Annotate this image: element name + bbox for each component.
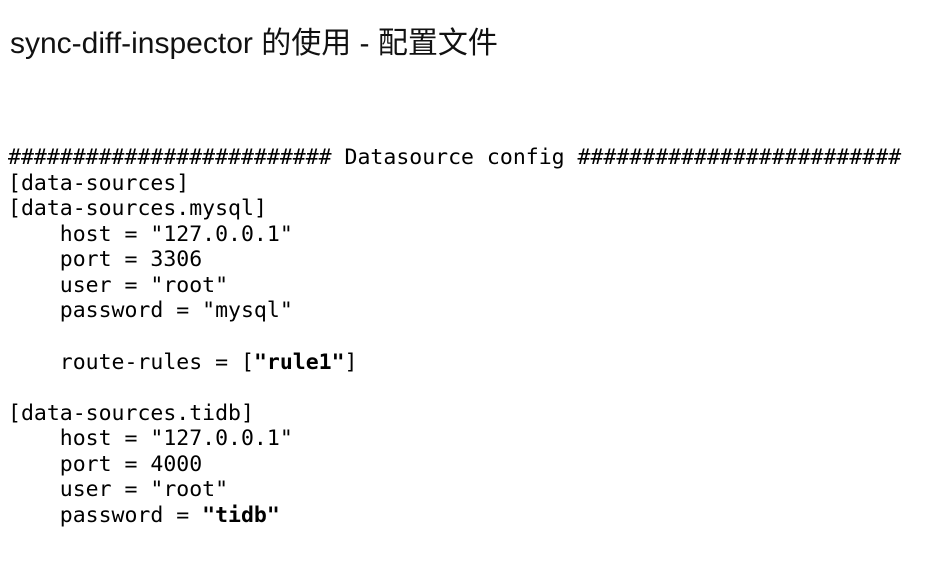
tidb-password-key: password =: [59, 502, 203, 528]
config-banner-line: ######################### Datasource con…: [8, 145, 902, 170]
tidb-host-line: host = "127.0.0.1": [59, 426, 293, 452]
tidb-section-header: [data-sources.tidb]: [8, 400, 254, 426]
data-sources-table-line: [data-sources]: [8, 170, 190, 196]
mysql-user-line: user = "root": [59, 272, 229, 298]
tidb-user-line: user = "root": [59, 477, 229, 503]
config-code-block: ######################### Datasource con…: [8, 145, 901, 528]
route-rules-key: route-rules = [: [59, 349, 254, 375]
slide-title: sync-diff-inspector 的使用 - 配置文件: [10, 27, 498, 60]
mysql-host-line: host = "127.0.0.1": [59, 221, 293, 247]
mysql-port-line: port = 3306: [59, 247, 203, 273]
route-rules-close: ]: [344, 349, 358, 375]
tidb-password-line: password = "tidb": [8, 503, 901, 529]
mysql-route-rules-line: route-rules = ["rule1"]: [8, 350, 901, 376]
mysql-section-header: [data-sources.mysql]: [8, 196, 267, 222]
mysql-password-line: password = "mysql": [59, 298, 293, 324]
tidb-password-value: "tidb": [202, 502, 280, 528]
route-rules-value: "rule1": [253, 349, 345, 375]
tidb-port-line: port = 4000: [59, 451, 203, 477]
